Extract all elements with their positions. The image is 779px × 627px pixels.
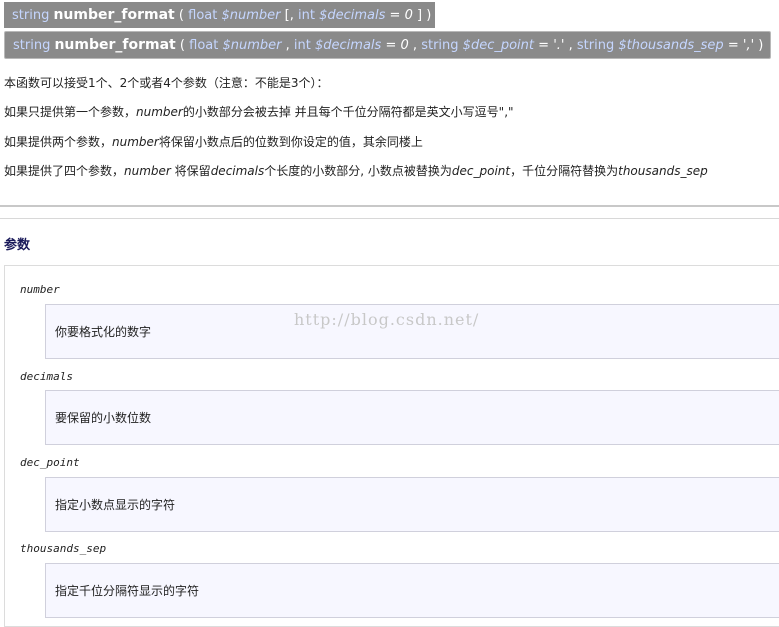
- description-intro: 本函数可以接受1个、2个或者4个参数（注意：不能是3个）：: [4, 76, 329, 90]
- text: 如果提供了四个参数，: [4, 164, 125, 178]
- param-type: string: [421, 38, 459, 53]
- description-line-one-param: 如果只提供第一个参数，number的小数部分会被去掉 并且每个千位分隔符都是英文…: [4, 103, 514, 120]
- watermark: http://blog.csdn.net/: [294, 310, 480, 329]
- separator: ,: [568, 38, 573, 53]
- param-name: $dec_point: [462, 38, 534, 53]
- text: 将保留小数点后的位数到你设定的值，其余同楼上: [158, 135, 423, 149]
- equals: =: [385, 38, 397, 53]
- paren-open: (: [179, 38, 185, 53]
- text: 如果只提供第一个参数，: [4, 105, 137, 119]
- return-type: string: [13, 38, 51, 53]
- separator: ,: [285, 38, 290, 53]
- param-term-thousands-sep: thousands_sep: [20, 542, 107, 555]
- param-term-decimals: decimals: [20, 370, 73, 383]
- equals: =: [727, 38, 739, 53]
- param-name: $decimals: [319, 8, 386, 23]
- text: 个长度的小数部分, 小数点被替换为: [264, 164, 452, 178]
- function-name: number_format: [54, 37, 176, 53]
- code-term: number: [124, 164, 171, 178]
- paren-close: ] ): [417, 8, 432, 23]
- default-value: 0: [400, 38, 409, 53]
- params-heading: 参数: [4, 238, 31, 253]
- divider: [0, 218, 779, 219]
- param-type: int: [298, 8, 315, 23]
- equals: =: [538, 38, 550, 53]
- code-term: decimals: [210, 164, 265, 178]
- default-value: '.': [553, 38, 565, 53]
- default-value: 0: [404, 8, 413, 23]
- param-term-dec-point: dec_point: [20, 456, 80, 469]
- text: 将保留: [170, 164, 211, 178]
- param-term-number: number: [20, 283, 60, 296]
- default-value: ',': [742, 38, 755, 53]
- equals: =: [389, 8, 401, 23]
- param-name: $number: [222, 38, 282, 53]
- code-term: number: [136, 105, 183, 119]
- param-type: int: [293, 38, 311, 53]
- return-type: string: [12, 8, 50, 23]
- param-desc-decimals: 要保留的小数位数: [45, 390, 779, 445]
- param-type: float: [188, 8, 218, 23]
- text: 的小数部分会被去掉 并且每个千位分隔符都是英文小写逗号",": [182, 105, 514, 119]
- code-term: thousands_sep: [618, 164, 708, 178]
- code-term: dec_point: [451, 164, 511, 178]
- text: ，千位分隔符替换为: [510, 164, 619, 178]
- code-term: number: [112, 135, 159, 149]
- param-desc-thousands-sep: 指定千位分隔符显示的字符: [45, 563, 779, 618]
- paren-open: (: [178, 8, 184, 23]
- text: 如果提供两个参数，: [4, 135, 113, 149]
- paren-close: ): [758, 38, 764, 53]
- param-type: string: [576, 38, 615, 53]
- separator: ,: [412, 38, 418, 53]
- optional-open: [,: [284, 8, 294, 23]
- description-line-four-params: 如果提供了四个参数，number 将保留decimals个长度的小数部分, 小数…: [4, 162, 708, 179]
- param-name: $decimals: [315, 38, 382, 53]
- param-type: float: [189, 38, 219, 53]
- signature-short: string number_format ( float $number [, …: [4, 2, 435, 28]
- param-name: $number: [221, 8, 281, 23]
- signature-full: string number_format ( float $number , i…: [4, 31, 771, 59]
- function-name: number_format: [53, 7, 175, 23]
- param-name: $thousands_sep: [618, 38, 724, 53]
- param-desc-dec-point: 指定小数点显示的字符: [45, 477, 779, 532]
- divider: [0, 205, 779, 207]
- description-line-two-params: 如果提供两个参数，number将保留小数点后的位数到你设定的值，其余同楼上: [4, 133, 423, 150]
